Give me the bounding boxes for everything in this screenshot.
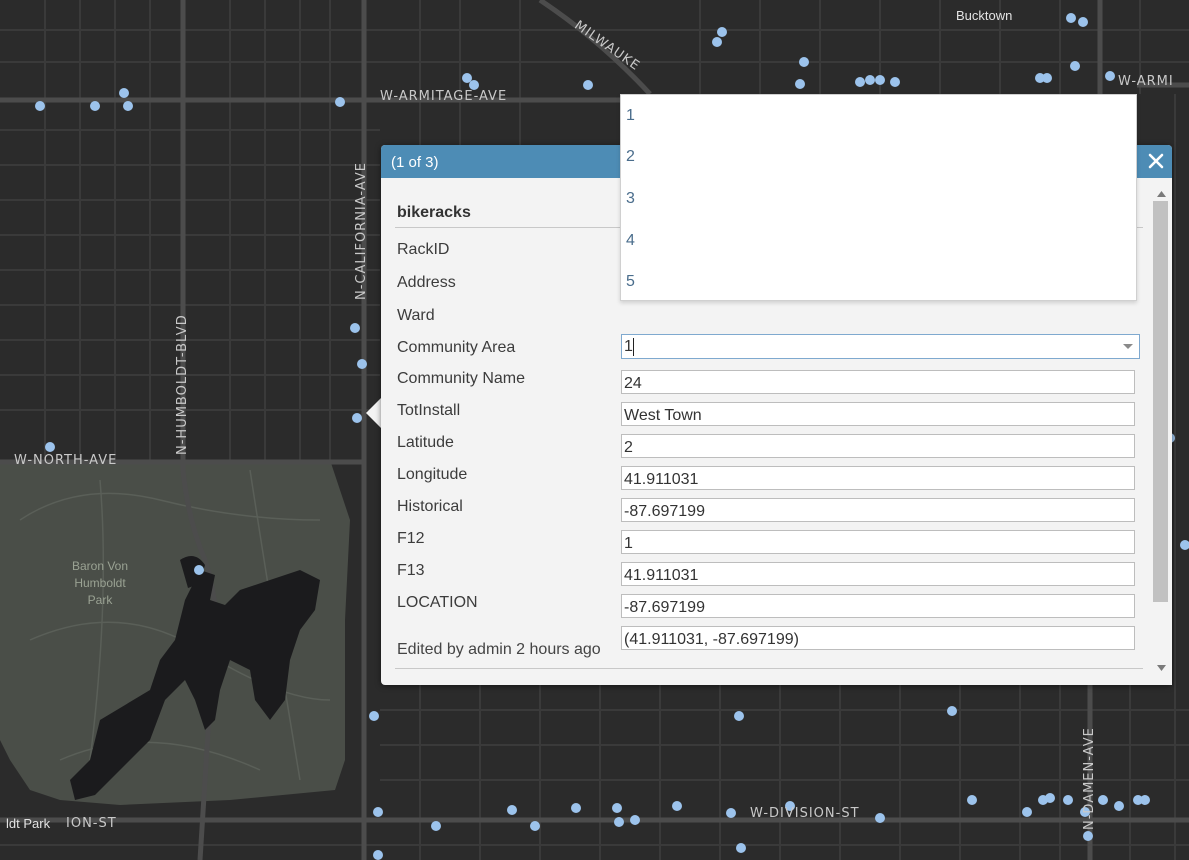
- scroll-up-icon[interactable]: [1157, 184, 1166, 202]
- street-label-humboldt: N-HUMBOLDT-BLVD: [175, 314, 190, 455]
- field-label-rackid: RackID: [397, 241, 450, 258]
- street-label-division: W-DIVISION-ST: [750, 806, 860, 821]
- text-caret: [633, 338, 634, 356]
- field-label-community-area: Community Area: [397, 339, 516, 356]
- ward-option-4[interactable]: 4: [626, 232, 635, 250]
- popup-scrollbar[interactable]: [1151, 178, 1172, 685]
- street-label-armitage-east: W-ARMI: [1118, 74, 1174, 89]
- historical-field[interactable]: 1: [621, 530, 1135, 554]
- field-label-longitude: Longitude: [397, 466, 468, 483]
- ward-option-3[interactable]: 3: [626, 190, 635, 208]
- ward-option-5[interactable]: 5: [626, 273, 635, 291]
- street-label-damen: N-DAMEN-AVE: [1082, 727, 1097, 830]
- field-label-latitude: Latitude: [397, 434, 454, 451]
- close-icon[interactable]: [1144, 149, 1168, 173]
- scrollbar-thumb[interactable]: [1153, 201, 1168, 602]
- street-label-california: N-CALIFORNIA-AVE: [354, 162, 369, 300]
- park-name-line1: Baron Von: [71, 559, 129, 573]
- field-label-location: LOCATION: [397, 594, 478, 611]
- ward-select-value: 1: [624, 338, 633, 355]
- f12-field[interactable]: 41.911031: [621, 562, 1135, 586]
- place-label-bucktown: Bucktown: [956, 8, 1013, 23]
- ward-option-1[interactable]: 1: [626, 107, 635, 125]
- totinstall-field[interactable]: 2: [621, 434, 1135, 458]
- field-label-totinstall: TotInstall: [397, 402, 461, 419]
- layer-title: bikeracks: [397, 204, 471, 221]
- field-label-historical: Historical: [397, 498, 463, 515]
- scroll-down-icon[interactable]: [1157, 658, 1166, 676]
- latitude-field[interactable]: 41.911031: [621, 466, 1135, 490]
- field-label-address: Address: [397, 274, 456, 291]
- divider: [395, 668, 1143, 669]
- chevron-down-icon[interactable]: [1117, 335, 1139, 358]
- edit-info: Edited by admin 2 hours ago: [397, 641, 601, 658]
- field-label-f12: F12: [397, 530, 425, 547]
- field-label-f13: F13: [397, 562, 425, 579]
- field-label-community-name: Community Name: [397, 370, 526, 387]
- popup-pointer: [366, 397, 382, 429]
- ward-option-2[interactable]: 2: [626, 148, 635, 166]
- street-label-division-west: ION-ST: [66, 816, 117, 831]
- location-field[interactable]: (41.911031, -87.697199): [621, 626, 1135, 650]
- place-label-bottom-left: ldt Park: [6, 816, 51, 831]
- ward-dropdown-list[interactable]: 1 2 3 4 5: [620, 94, 1137, 301]
- field-label-ward: Ward: [397, 307, 435, 324]
- community-name-field[interactable]: West Town: [621, 402, 1135, 426]
- ward-select[interactable]: 1: [621, 334, 1140, 359]
- f13-field[interactable]: -87.697199: [621, 594, 1135, 618]
- longitude-field[interactable]: -87.697199: [621, 498, 1135, 522]
- street-label-armitage: W-ARMITAGE-AVE: [380, 89, 508, 104]
- park-name-line3: Park: [87, 593, 113, 607]
- popup-feature-count: (1 of 3): [391, 154, 439, 171]
- street-label-north-ave: W-NORTH-AVE: [14, 453, 118, 468]
- community-area-field[interactable]: 24: [621, 370, 1135, 394]
- park-name-line2: Humboldt: [74, 576, 126, 590]
